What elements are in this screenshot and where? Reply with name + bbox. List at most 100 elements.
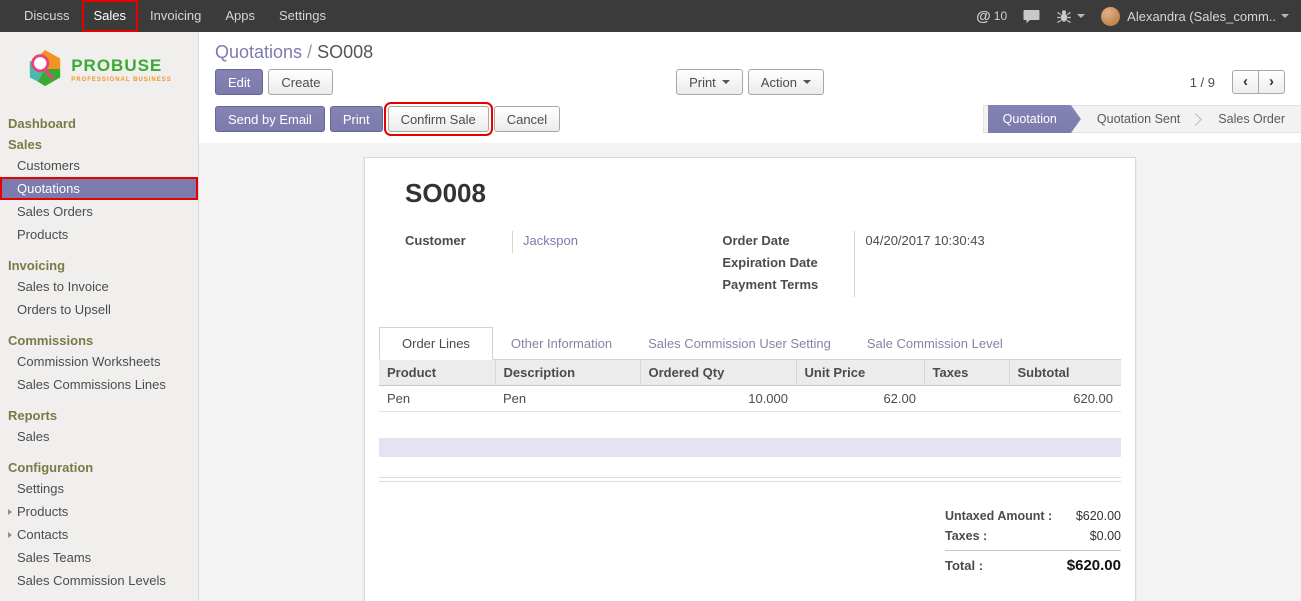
payment-terms-label: Payment Terms	[722, 275, 855, 297]
menu-apps[interactable]: Apps	[213, 0, 267, 32]
cancel-button[interactable]: Cancel	[494, 106, 560, 132]
cell-product: Pen	[379, 386, 495, 412]
sidebar-section-configuration[interactable]: Configuration	[0, 456, 198, 477]
status-step-quotation[interactable]: Quotation	[988, 105, 1081, 133]
messages-button[interactable]	[1023, 9, 1040, 24]
menu-invoicing[interactable]: Invoicing	[138, 0, 213, 32]
pager: 1 / 9 ‹ ›	[928, 70, 1285, 94]
logo-text: PROBUSE PROFESSIONAL BUSINESS	[71, 56, 172, 83]
tab-sales-commission-user-setting[interactable]: Sales Commission User Setting	[630, 328, 849, 359]
empty-list-row	[379, 438, 1121, 457]
sidebar-section-commissions[interactable]: Commissions	[0, 329, 198, 350]
cell-subtotal: 620.00	[1009, 386, 1121, 412]
sidebar-item-reports-sales[interactable]: Sales	[0, 425, 198, 448]
main-content: Quotations / SO008 Edit Create Print Act…	[199, 32, 1301, 601]
systray: @ 10 Alexandra (Sales_comm..	[960, 0, 1301, 32]
sidebar-section-sales[interactable]: Sales	[0, 133, 198, 154]
sidebar-item-customers[interactable]: Customers	[0, 154, 198, 177]
col-ordered-qty: Ordered Qty	[640, 360, 796, 386]
customer-value-link[interactable]: Jackspon	[513, 231, 578, 253]
table-header-row: Product Description Ordered Qty Unit Pri…	[379, 360, 1121, 386]
app-logo: PROBUSE PROFESSIONAL BUSINESS	[0, 32, 198, 102]
print-button[interactable]: Print	[330, 106, 383, 132]
tab-other-information[interactable]: Other Information	[493, 328, 630, 359]
edit-button[interactable]: Edit	[215, 69, 263, 95]
top-menu: Discuss Sales Invoicing Apps Settings	[0, 0, 338, 32]
sidebar: PROBUSE PROFESSIONAL BUSINESS Dashboard …	[0, 32, 199, 601]
breadcrumb-separator: /	[302, 42, 317, 62]
total-label: Total :	[945, 558, 983, 573]
caret-down-icon	[1281, 14, 1289, 18]
sidebar-section-reports[interactable]: Reports	[0, 404, 198, 425]
logo-icon	[26, 48, 64, 90]
breadcrumb-parent-link[interactable]: Quotations	[215, 42, 302, 62]
chevron-right-icon: ›	[1269, 73, 1274, 90]
send-by-email-button[interactable]: Send by Email	[215, 106, 325, 132]
order-lines-table: Product Description Ordered Qty Unit Pri…	[379, 360, 1121, 412]
expiration-date-field-row: Expiration Date	[722, 253, 1095, 275]
sidebar-item-sales-teams[interactable]: Sales Teams	[0, 546, 198, 569]
payment-terms-value	[855, 275, 865, 297]
sidebar-item-commission-worksheets[interactable]: Commission Worksheets	[0, 350, 198, 373]
tab-order-lines[interactable]: Order Lines	[379, 327, 493, 360]
action-menu-button[interactable]: Action	[748, 69, 824, 95]
chat-bubble-icon	[1023, 9, 1040, 24]
expand-arrow-icon	[8, 532, 12, 538]
cell-description: Pen	[495, 386, 640, 412]
sidebar-item-sales-orders[interactable]: Sales Orders	[0, 200, 198, 223]
sidebar-section-invoicing[interactable]: Invoicing	[0, 254, 198, 275]
status-step-sales-order[interactable]: Sales Order	[1202, 106, 1301, 132]
cp-center-zone: Print Action	[572, 69, 929, 95]
caret-down-icon	[722, 80, 730, 84]
table-row[interactable]: Pen Pen 10.000 62.00 620.00	[379, 386, 1121, 412]
pager-prev-button[interactable]: ‹	[1232, 70, 1259, 94]
sidebar-item-sales-to-invoice[interactable]: Sales to Invoice	[0, 275, 198, 298]
sidebar-item-label: Products	[17, 504, 68, 519]
sidebar-item-orders-to-upsell[interactable]: Orders to Upsell	[0, 298, 198, 321]
left-field-group: Customer Jackspon	[405, 231, 722, 297]
sidebar-item-settings[interactable]: Settings	[0, 477, 198, 500]
mentions-button[interactable]: @ 10	[976, 8, 1007, 25]
user-menu[interactable]: Alexandra (Sales_comm..	[1101, 7, 1289, 26]
document-sheet: SO008 Customer Jackspon Order Date 04/20	[364, 157, 1136, 601]
untaxed-amount-row: Untaxed Amount : $620.00	[945, 506, 1121, 526]
tab-sale-commission-level[interactable]: Sale Commission Level	[849, 328, 1021, 359]
sidebar-section-dashboard[interactable]: Dashboard	[0, 112, 198, 133]
untaxed-amount-value: $620.00	[1076, 509, 1121, 523]
at-icon: @	[976, 8, 991, 25]
statusbar: Quotation Quotation Sent Sales Order	[983, 105, 1301, 133]
menu-sales[interactable]: Sales	[82, 0, 139, 32]
workflow-buttons: Send by Email Print Confirm Sale Cancel	[215, 106, 560, 132]
top-navbar: Discuss Sales Invoicing Apps Settings @ …	[0, 0, 1301, 32]
order-date-field-row: Order Date 04/20/2017 10:30:43	[722, 231, 1095, 253]
order-date-label: Order Date	[722, 231, 855, 253]
sidebar-item-label: Contacts	[17, 527, 68, 542]
document-title: SO008	[405, 178, 1095, 209]
sidebar-item-products[interactable]: Products	[0, 223, 198, 246]
sidebar-item-config-contacts[interactable]: Contacts	[0, 523, 198, 546]
print-menu-button[interactable]: Print	[676, 69, 743, 95]
cell-unit-price: 62.00	[796, 386, 924, 412]
control-panel: Quotations / SO008 Edit Create Print Act…	[199, 32, 1301, 143]
separator-line	[379, 481, 1121, 482]
menu-discuss[interactable]: Discuss	[12, 0, 82, 32]
sidebar-item-sales-commission-levels[interactable]: Sales Commission Levels	[0, 569, 198, 592]
col-description: Description	[495, 360, 640, 386]
pager-next-button[interactable]: ›	[1258, 70, 1285, 94]
sidebar-item-config-products[interactable]: Products	[0, 500, 198, 523]
create-button[interactable]: Create	[268, 69, 333, 95]
total-value: $620.00	[1067, 557, 1121, 574]
debug-menu-button[interactable]	[1056, 8, 1085, 24]
mention-count-badge: 10	[994, 9, 1007, 23]
status-step-quotation-sent[interactable]: Quotation Sent	[1081, 106, 1196, 132]
sidebar-item-sales-commissions-lines[interactable]: Sales Commissions Lines	[0, 373, 198, 396]
right-field-group: Order Date 04/20/2017 10:30:43 Expiratio…	[722, 231, 1095, 297]
payment-terms-field-row: Payment Terms	[722, 275, 1095, 297]
form-view: SO008 Customer Jackspon Order Date 04/20	[199, 143, 1301, 601]
cell-ordered-qty: 10.000	[640, 386, 796, 412]
notebook-tabs: Order Lines Other Information Sales Comm…	[379, 327, 1121, 360]
confirm-sale-button[interactable]: Confirm Sale	[388, 106, 489, 132]
sidebar-item-quotations[interactable]: Quotations	[0, 177, 198, 200]
action-menu-label: Action	[761, 75, 797, 90]
menu-settings[interactable]: Settings	[267, 0, 338, 32]
